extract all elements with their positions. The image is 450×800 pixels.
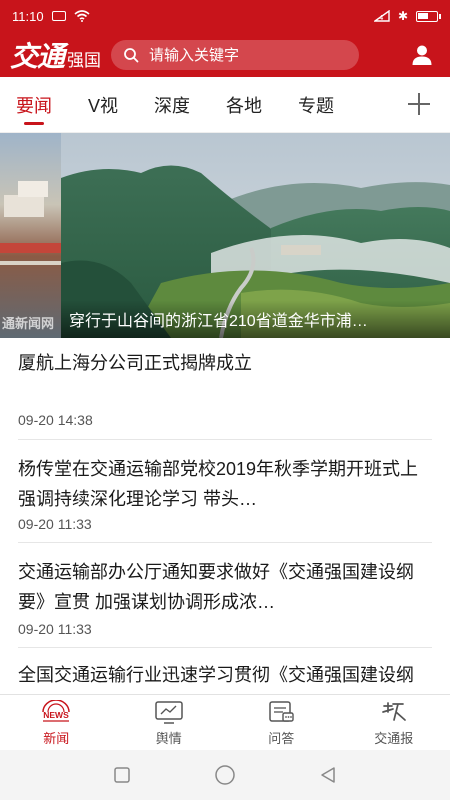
svg-text:4: 4	[379, 14, 384, 22]
tab-depth[interactable]: 深度	[154, 77, 190, 133]
prev-slide-watermark: 通新闻网	[2, 316, 55, 331]
news-item[interactable]: 交通运输部办公厅通知要求做好《交通强国建设纲要》宣贯 加强谋划协调形成浓… 09…	[18, 543, 432, 648]
recent-apps-button[interactable]	[107, 760, 137, 790]
news-title: 厦航上海分公司正式揭牌成立	[18, 353, 252, 373]
battery-icon	[416, 10, 441, 22]
previous-slide-image: 通新闻网	[0, 133, 61, 338]
qa-icon	[266, 699, 296, 725]
monitor-icon	[154, 699, 184, 725]
nav-label: 新闻	[43, 730, 70, 746]
wifi-icon	[74, 10, 90, 22]
app-logo: 交通 强国	[10, 35, 101, 75]
news-time: 09-20 14:38	[18, 412, 93, 428]
news-icon: NEWS	[39, 699, 73, 725]
nav-label: 舆情	[155, 730, 182, 746]
status-time: 11:10	[12, 8, 44, 24]
bluetooth-icon: ✱	[397, 9, 408, 23]
tab-label: 各地	[226, 95, 263, 116]
nav-qa[interactable]: 问答	[225, 695, 338, 750]
app-header: 交通 强国 请输入关键字	[0, 32, 450, 77]
notification-icon	[51, 11, 66, 21]
tab-video[interactable]: V视	[88, 77, 118, 133]
news-time: 09-20 11:33	[18, 516, 92, 532]
tab-label: 要闻	[16, 95, 52, 116]
logo-sub-text: 强国	[67, 50, 102, 70]
nav-label: 交通报	[374, 730, 414, 746]
add-tab-icon[interactable]	[408, 93, 430, 115]
news-list: 厦航上海分公司正式揭牌成立 09-20 14:38 杨传堂在交通运输部党校201…	[0, 338, 450, 694]
logo-main-text: 交通	[10, 39, 65, 73]
news-item[interactable]: 杨传堂在交通运输部党校2019年秋季学期开班式上强调持续深化理论学习 带头… 0…	[18, 440, 432, 543]
carousel-caption: 穿行于山谷间的浙江省210省道金华市浦…	[61, 300, 450, 338]
tab-label: V视	[88, 95, 119, 116]
user-profile-button[interactable]	[410, 43, 434, 67]
carousel-caption-text: 穿行于山谷间的浙江省210省道金华市浦…	[69, 313, 368, 330]
tab-topics[interactable]: 专题	[298, 77, 334, 133]
square-icon	[113, 767, 130, 783]
search-icon	[124, 47, 139, 62]
category-tabs: 要闻 V视 深度 各地 专题	[0, 77, 450, 133]
nav-label: 问答	[268, 730, 295, 746]
user-icon	[412, 45, 432, 65]
home-button[interactable]	[210, 760, 240, 790]
bottom-navigation: NEWS 新闻 舆情 问答 交通报	[0, 694, 450, 750]
featured-carousel[interactable]: 通新闻网 穿行于山谷间的浙江省210省道金华市浦…	[0, 133, 450, 338]
svg-text:NEWS: NEWS	[44, 710, 70, 720]
news-title: 全国交通运输行业迅速学习贯彻《交通强国建设纲要》 凝聚加快建设交通强国…	[18, 665, 414, 685]
system-navigation-bar	[0, 750, 450, 800]
news-item[interactable]: 全国交通运输行业迅速学习贯彻《交通强国建设纲要》 凝聚加快建设交通强国…	[18, 648, 432, 694]
tab-label: 深度	[154, 95, 191, 116]
news-title: 杨传堂在交通运输部党校2019年秋季学期开班式上强调持续深化理论学习 带头…	[18, 459, 419, 509]
back-button[interactable]	[313, 760, 343, 790]
search-bar[interactable]: 请输入关键字	[111, 39, 360, 70]
search-placeholder: 请输入关键字	[149, 47, 240, 64]
signal-icon: 4	[373, 10, 390, 22]
nav-news[interactable]: NEWS 新闻	[0, 695, 113, 750]
news-item[interactable]: 厦航上海分公司正式揭牌成立 09-20 14:38	[18, 338, 432, 440]
circle-icon	[215, 765, 235, 785]
newspaper-icon	[379, 699, 409, 725]
back-triangle-icon	[321, 767, 336, 783]
news-title: 交通运输部办公厅通知要求做好《交通强国建设纲要》宣贯 加强谋划协调形成浓…	[18, 562, 414, 612]
tab-label: 专题	[298, 95, 335, 116]
nav-public-opinion[interactable]: 舆情	[113, 695, 226, 750]
tab-regions[interactable]: 各地	[226, 77, 262, 133]
nav-newspaper[interactable]: 交通报	[338, 695, 450, 750]
news-time: 09-20 11:33	[18, 621, 92, 637]
status-bar: 11:10 4 ✱	[0, 0, 450, 32]
tab-headlines[interactable]: 要闻	[16, 77, 52, 133]
